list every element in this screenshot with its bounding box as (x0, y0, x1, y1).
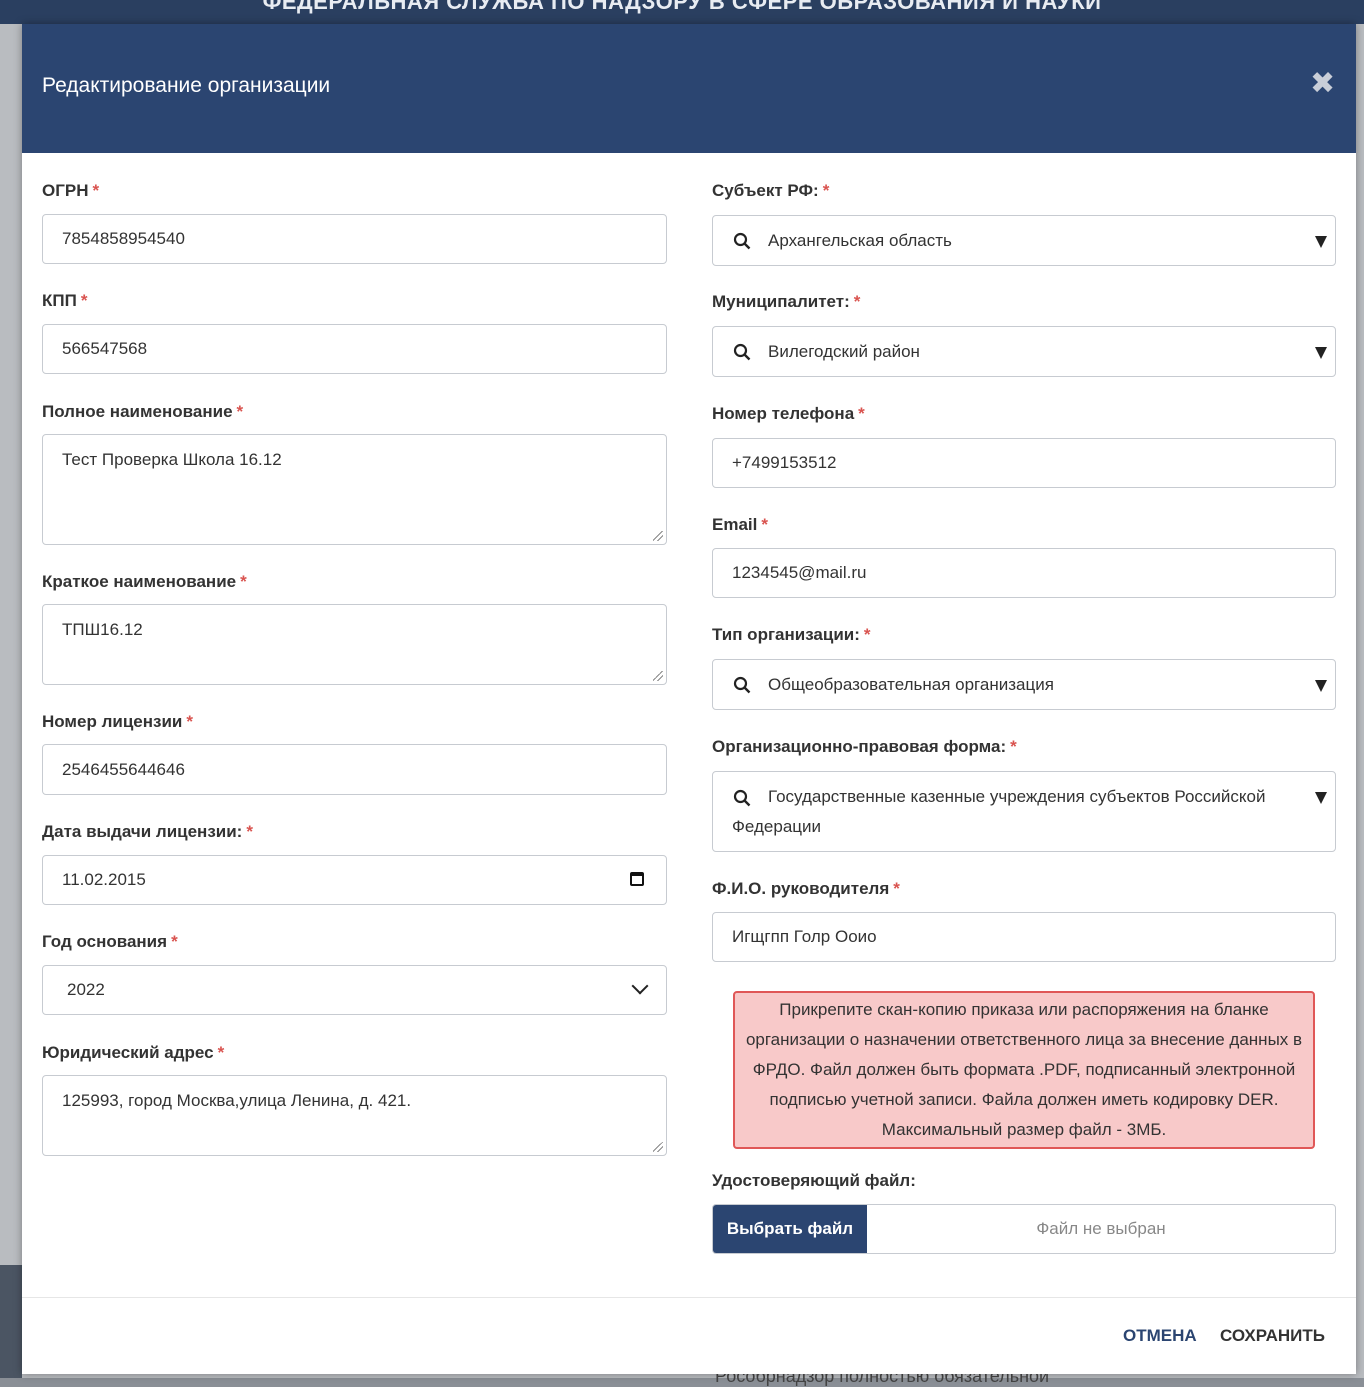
municipality-value: Вилегодский район (768, 342, 920, 361)
phone-label: Номер телефона * (712, 404, 865, 423)
legal-address-textarea[interactable]: 125993, город Москва,улица Ленина, д. 42… (42, 1075, 667, 1156)
full-name-label: Полное наименование * (42, 402, 244, 421)
director-label: Ф.И.О. руководителя * (712, 879, 900, 898)
full-name-textarea[interactable]: Тест Проверка Школа 16.12 (42, 434, 667, 545)
dropdown-arrow-icon (1315, 236, 1327, 248)
founding-year-select[interactable]: 2022 (42, 965, 667, 1015)
dropdown-arrow-icon (1315, 347, 1327, 359)
org-type-select[interactable]: Общеобразовательная организация (712, 659, 1336, 710)
director-input[interactable]: Игщгпп Голр Ооио (712, 912, 1336, 962)
search-icon (733, 232, 751, 250)
search-icon (733, 343, 751, 361)
founding-year-label: Год основания * (42, 932, 178, 951)
kpp-input[interactable]: 566547568 (42, 324, 667, 374)
license-date-input[interactable]: 11.02.2015 (42, 855, 667, 905)
file-label: Удостоверяющий файл: (712, 1171, 916, 1190)
legal-form-select[interactable]: Государственные казенные учреждения субъ… (712, 771, 1336, 852)
municipality-select[interactable]: Вилегодский район (712, 326, 1336, 377)
legal-address-label: Юридический адрес * (42, 1043, 225, 1062)
region-value: Архангельская область (768, 231, 952, 250)
footer-divider (22, 1297, 1356, 1298)
kpp-label: КПП * (42, 291, 88, 310)
close-icon[interactable]: ✖ (1310, 69, 1335, 99)
save-button[interactable]: СОХРАНИТЬ (1220, 1326, 1325, 1346)
region-select[interactable]: Архангельская область (712, 215, 1336, 266)
calendar-icon[interactable] (630, 872, 644, 886)
org-type-value: Общеобразовательная организация (768, 675, 1054, 694)
ogrn-input[interactable]: 7854858954540 (42, 214, 667, 264)
ogrn-label: ОГРН * (42, 181, 100, 200)
dropdown-arrow-icon (1315, 680, 1327, 692)
modal-title: Редактирование организации (42, 74, 331, 97)
file-status-text: Файл не выбран (1036, 1219, 1166, 1238)
edit-organization-modal: Редактирование организации ✖ ОГРН * 78548… (22, 24, 1356, 1374)
search-icon (733, 676, 751, 694)
license-number-input[interactable]: 2546455644646 (42, 744, 667, 795)
org-type-label: Тип организации: * (712, 625, 871, 644)
email-input[interactable]: 1234545@mail.ru (712, 548, 1336, 598)
backdrop-header: ФЕДЕРАЛЬНАЯ СЛУЖБА ПО НАДЗОРУ В СФЕРЕ ОБ… (0, 0, 1364, 24)
file-requirements-alert: Прикрепите скан-копию приказа или распор… (733, 991, 1315, 1149)
short-name-label: Краткое наименование * (42, 572, 247, 591)
choose-file-button[interactable]: Выбрать файл (713, 1205, 867, 1253)
short-name-textarea[interactable]: ТПШ16.12 (42, 604, 667, 685)
resize-grip-icon[interactable] (653, 531, 663, 541)
resize-grip-icon[interactable] (653, 671, 663, 681)
dropdown-arrow-icon (1315, 792, 1327, 804)
file-upload-field[interactable]: Выбрать файл Файл не выбран (712, 1204, 1336, 1254)
license-number-label: Номер лицензии * (42, 712, 193, 731)
license-date-label: Дата выдачи лицензии: * (42, 822, 253, 841)
legal-form-label: Организационно-правовая форма: * (712, 737, 1017, 756)
email-label: Email * (712, 515, 768, 534)
resize-grip-icon[interactable] (653, 1142, 663, 1152)
backdrop-footer-strip (0, 1265, 22, 1378)
region-label: Субъект РФ: * (712, 181, 830, 200)
phone-input[interactable]: +7499153512 (712, 438, 1336, 488)
chevron-down-icon (631, 977, 649, 995)
municipality-label: Муниципалитет: * (712, 292, 861, 311)
cancel-button[interactable]: ОТМЕНА (1123, 1326, 1197, 1346)
legal-form-value: Государственные казенные учреждения субъ… (732, 787, 1266, 836)
modal-header: Редактирование организации ✖ (22, 24, 1356, 153)
